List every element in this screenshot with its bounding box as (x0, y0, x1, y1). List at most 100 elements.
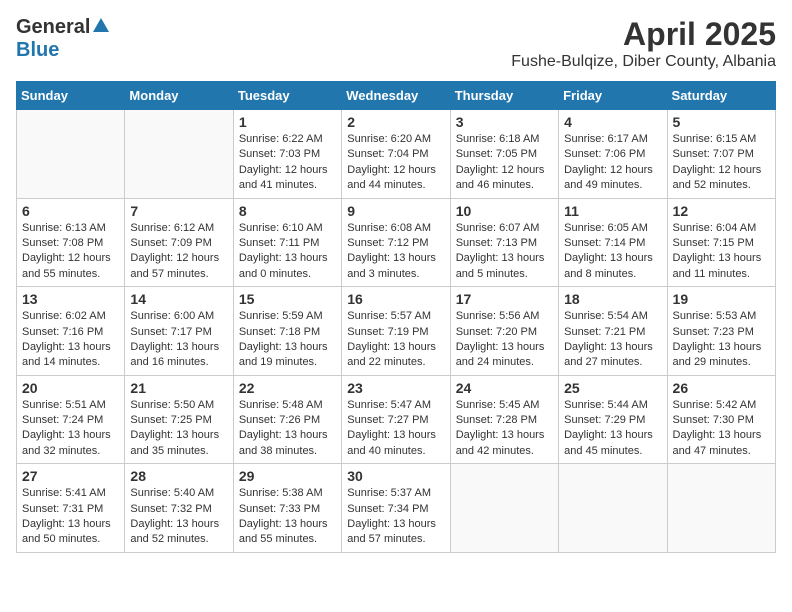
calendar-cell: 14 Sunrise: 6:00 AM Sunset: 7:17 PM Dayli… (125, 287, 233, 376)
day-number: 8 (239, 203, 336, 219)
day-number: 15 (239, 291, 336, 307)
calendar-cell: 8 Sunrise: 6:10 AM Sunset: 7:11 PM Daylig… (233, 198, 341, 287)
calendar-cell: 25 Sunrise: 5:44 AM Sunset: 7:29 PM Dayli… (559, 375, 667, 464)
calendar-cell: 7Sunrise: 6:12 AM Sunset: 7:09 PM Daylig… (125, 198, 233, 287)
calendar-cell: 30Sunrise: 5:37 AM Sunset: 7:34 PM Dayli… (342, 464, 450, 553)
logo-blue-text: Blue (16, 39, 59, 61)
calendar-cell: 24 Sunrise: 5:45 AM Sunset: 7:28 PM Dayli… (450, 375, 558, 464)
day-number: 12 (673, 203, 770, 219)
calendar-day-header: Thursday (450, 82, 558, 110)
calendar-cell (125, 110, 233, 199)
day-number: 18 (564, 291, 661, 307)
calendar-day-header: Monday (125, 82, 233, 110)
day-number: 24 (456, 380, 553, 396)
calendar-cell: 6Sunrise: 6:13 AM Sunset: 7:08 PM Daylig… (17, 198, 125, 287)
day-info: Sunrise: 5:53 AM Sunset: 7:23 PM Dayligh… (673, 309, 770, 371)
calendar-cell: 17 Sunrise: 5:56 AM Sunset: 7:20 PM Dayli… (450, 287, 558, 376)
calendar-cell: 18 Sunrise: 5:54 AM Sunset: 7:21 PM Dayli… (559, 287, 667, 376)
calendar-week-row: 1 Sunrise: 6:22 AM Sunset: 7:03 PM Daylig… (17, 110, 776, 199)
calendar-cell (450, 464, 558, 553)
page-header: General Blue April 2025 Fushe-Bulqize, D… (16, 16, 776, 71)
day-info: Sunrise: 6:15 AM Sunset: 7:07 PM Dayligh… (673, 132, 770, 194)
day-info: Sunrise: 5:47 AM Sunset: 7:27 PM Dayligh… (347, 398, 444, 460)
day-number: 19 (673, 291, 770, 307)
day-number: 13 (22, 291, 119, 307)
day-info: Sunrise: 5:44 AM Sunset: 7:29 PM Dayligh… (564, 398, 661, 460)
calendar-cell: 4 Sunrise: 6:17 AM Sunset: 7:06 PM Daylig… (559, 110, 667, 199)
calendar-table: SundayMondayTuesdayWednesdayThursdayFrid… (16, 81, 776, 553)
day-info: Sunrise: 6:18 AM Sunset: 7:05 PM Dayligh… (456, 132, 553, 194)
calendar-header-row: SundayMondayTuesdayWednesdayThursdayFrid… (17, 82, 776, 110)
day-info: Sunrise: 5:57 AM Sunset: 7:19 PM Dayligh… (347, 309, 444, 371)
day-number: 14 (130, 291, 227, 307)
calendar-cell: 11Sunrise: 6:05 AM Sunset: 7:14 PM Dayli… (559, 198, 667, 287)
calendar-cell: 22 Sunrise: 5:48 AM Sunset: 7:26 PM Dayli… (233, 375, 341, 464)
calendar-cell: 10 Sunrise: 6:07 AM Sunset: 7:13 PM Dayli… (450, 198, 558, 287)
day-info: Sunrise: 6:12 AM Sunset: 7:09 PM Dayligh… (130, 221, 227, 283)
day-info: Sunrise: 5:37 AM Sunset: 7:34 PM Dayligh… (347, 486, 444, 548)
day-info: Sunrise: 5:54 AM Sunset: 7:21 PM Dayligh… (564, 309, 661, 371)
day-number: 16 (347, 291, 444, 307)
day-info: Sunrise: 6:20 AM Sunset: 7:04 PM Dayligh… (347, 132, 444, 194)
day-number: 3 (456, 114, 553, 130)
calendar-week-row: 20 Sunrise: 5:51 AM Sunset: 7:24 PM Dayli… (17, 375, 776, 464)
calendar-week-row: 6Sunrise: 6:13 AM Sunset: 7:08 PM Daylig… (17, 198, 776, 287)
day-info: Sunrise: 5:50 AM Sunset: 7:25 PM Dayligh… (130, 398, 227, 460)
calendar-week-row: 13Sunrise: 6:02 AM Sunset: 7:16 PM Dayli… (17, 287, 776, 376)
day-number: 22 (239, 380, 336, 396)
day-number: 20 (22, 380, 119, 396)
day-info: Sunrise: 5:40 AM Sunset: 7:32 PM Dayligh… (130, 486, 227, 548)
calendar-cell: 19 Sunrise: 5:53 AM Sunset: 7:23 PM Dayli… (667, 287, 775, 376)
day-number: 23 (347, 380, 444, 396)
day-number: 2 (347, 114, 444, 130)
calendar-day-header: Saturday (667, 82, 775, 110)
calendar-day-header: Friday (559, 82, 667, 110)
calendar-cell: 9 Sunrise: 6:08 AM Sunset: 7:12 PM Daylig… (342, 198, 450, 287)
calendar-day-header: Wednesday (342, 82, 450, 110)
calendar-cell: 20 Sunrise: 5:51 AM Sunset: 7:24 PM Dayli… (17, 375, 125, 464)
calendar-day-header: Sunday (17, 82, 125, 110)
day-number: 9 (347, 203, 444, 219)
calendar-cell: 21 Sunrise: 5:50 AM Sunset: 7:25 PM Dayli… (125, 375, 233, 464)
calendar-cell: 3 Sunrise: 6:18 AM Sunset: 7:05 PM Daylig… (450, 110, 558, 199)
calendar-cell: 15 Sunrise: 5:59 AM Sunset: 7:18 PM Dayli… (233, 287, 341, 376)
logo: General Blue (16, 16, 110, 62)
calendar-cell: 5 Sunrise: 6:15 AM Sunset: 7:07 PM Daylig… (667, 110, 775, 199)
day-info: Sunrise: 6:08 AM Sunset: 7:12 PM Dayligh… (347, 221, 444, 283)
day-number: 1 (239, 114, 336, 130)
day-number: 5 (673, 114, 770, 130)
day-info: Sunrise: 5:45 AM Sunset: 7:28 PM Dayligh… (456, 398, 553, 460)
day-number: 17 (456, 291, 553, 307)
day-info: Sunrise: 6:00 AM Sunset: 7:17 PM Dayligh… (130, 309, 227, 371)
calendar-cell: 27 Sunrise: 5:41 AM Sunset: 7:31 PM Dayli… (17, 464, 125, 553)
day-info: Sunrise: 5:56 AM Sunset: 7:20 PM Dayligh… (456, 309, 553, 371)
day-number: 4 (564, 114, 661, 130)
day-info: Sunrise: 6:22 AM Sunset: 7:03 PM Dayligh… (239, 132, 336, 194)
page-subtitle: Fushe-Bulqize, Diber County, Albania (511, 53, 776, 71)
day-number: 6 (22, 203, 119, 219)
calendar-cell (17, 110, 125, 199)
calendar-week-row: 27 Sunrise: 5:41 AM Sunset: 7:31 PM Dayli… (17, 464, 776, 553)
calendar-cell: 13Sunrise: 6:02 AM Sunset: 7:16 PM Dayli… (17, 287, 125, 376)
day-number: 27 (22, 468, 119, 484)
calendar-day-header: Tuesday (233, 82, 341, 110)
day-info: Sunrise: 6:10 AM Sunset: 7:11 PM Dayligh… (239, 221, 336, 283)
day-number: 25 (564, 380, 661, 396)
title-block: April 2025 Fushe-Bulqize, Diber County, … (511, 16, 776, 71)
day-info: Sunrise: 6:07 AM Sunset: 7:13 PM Dayligh… (456, 221, 553, 283)
day-info: Sunrise: 5:41 AM Sunset: 7:31 PM Dayligh… (22, 486, 119, 548)
day-number: 21 (130, 380, 227, 396)
calendar-cell (667, 464, 775, 553)
calendar-cell: 28 Sunrise: 5:40 AM Sunset: 7:32 PM Dayli… (125, 464, 233, 553)
day-info: Sunrise: 5:59 AM Sunset: 7:18 PM Dayligh… (239, 309, 336, 371)
calendar-cell: 29Sunrise: 5:38 AM Sunset: 7:33 PM Dayli… (233, 464, 341, 553)
day-info: Sunrise: 5:51 AM Sunset: 7:24 PM Dayligh… (22, 398, 119, 460)
day-info: Sunrise: 5:48 AM Sunset: 7:26 PM Dayligh… (239, 398, 336, 460)
logo-icon (92, 16, 110, 34)
calendar-cell (559, 464, 667, 553)
day-number: 10 (456, 203, 553, 219)
day-info: Sunrise: 6:17 AM Sunset: 7:06 PM Dayligh… (564, 132, 661, 194)
day-number: 28 (130, 468, 227, 484)
calendar-cell: 1 Sunrise: 6:22 AM Sunset: 7:03 PM Daylig… (233, 110, 341, 199)
day-info: Sunrise: 5:38 AM Sunset: 7:33 PM Dayligh… (239, 486, 336, 548)
